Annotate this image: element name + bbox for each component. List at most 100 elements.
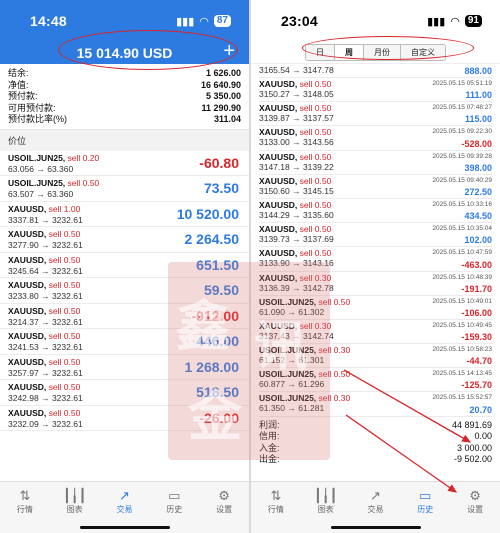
history-date: 2025.05.15 15:52:57: [432, 394, 492, 402]
history-prices: 3137.43 → 3142.74: [259, 330, 334, 341]
status-bar: 23:04 ▮▮▮ ◠ 91: [251, 0, 500, 42]
segment-month[interactable]: 月份: [364, 45, 401, 60]
segment-day[interactable]: 日: [306, 45, 335, 60]
history-row[interactable]: XAUUSD, sell 0.50 3150.60 → 3145.15 2025.0…: [259, 175, 492, 199]
history-prices: 3150.27 → 3148.05: [259, 89, 334, 99]
signal-icon: ▮▮▮: [427, 15, 446, 28]
position-profit: 651.50: [196, 256, 239, 273]
tab-quotes[interactable]: ⇅ 行情: [5, 488, 45, 533]
home-indicator: [79, 526, 170, 529]
position-row[interactable]: USOIL.JUN25, sell 0.50 63.507 → 63.360 73.…: [0, 176, 249, 202]
history-row[interactable]: XAUUSD, sell 0.50 3139.87 → 3137.57 2025.0…: [259, 102, 492, 127]
position-row[interactable]: XAUUSD, sell 0.50 3245.64 → 3232.61 651.50: [0, 253, 249, 278]
history-side: sell 0.50: [318, 369, 351, 380]
position-profit: 59.50: [203, 282, 239, 298]
chart-icon: ┃╽┃: [313, 488, 338, 503]
history-icon: ▭: [168, 488, 181, 503]
history-side: sell 0.50: [299, 103, 332, 114]
history-side: sell 0.50: [299, 224, 332, 235]
position-side: sell 0.50: [48, 254, 81, 265]
history-row[interactable]: XAUUSD, sell 0.30 3136.39 → 3142.78 2025.0…: [259, 272, 492, 296]
position-row[interactable]: XAUUSD, sell 1.00 3337.81 → 3232.61 10 520…: [0, 202, 249, 227]
position-symbol: XAUUSD,: [8, 229, 47, 239]
history-prices: 61.350 → 61.281: [259, 403, 325, 414]
plus-icon[interactable]: +: [223, 40, 235, 63]
history-side: sell 0.30: [318, 393, 351, 404]
position-row[interactable]: USOIL.JUN25, sell 0.20 63.056 → 63.360 -60…: [0, 151, 249, 176]
position-side: sell 0.50: [48, 407, 81, 418]
segment-custom[interactable]: 自定义: [401, 45, 445, 60]
position-row[interactable]: XAUUSD, sell 0.50 3214.37 → 3232.61 -912.0…: [0, 304, 249, 329]
position-profit: 2 264.50: [184, 231, 240, 247]
history-row[interactable]: USOIL.JUN25, sell 0.50 61.090 → 61.302 202…: [259, 296, 492, 320]
home-indicator: [330, 526, 421, 529]
summary-row: 信用: 0.00: [259, 431, 492, 442]
position-row[interactable]: XAUUSD, sell 0.50 3257.97 → 3232.61 1 268.…: [0, 355, 249, 380]
history-profit: -528.00: [461, 138, 492, 149]
position-row[interactable]: XAUUSD, sell 0.50 3233.80 → 3232.61 59.50: [0, 278, 249, 304]
signal-icon: ▮▮▮: [176, 15, 195, 28]
trade-icon: ↗: [370, 488, 381, 503]
position-profit: -26.00: [199, 409, 239, 426]
history-date: 2025.05.15 07:48:27: [432, 104, 492, 112]
history-side: sell 0.50: [318, 296, 351, 307]
stat-row: 预付款比率(%) 311.04: [8, 114, 241, 124]
history-summary: 利润: 44 891.69 信用: 0.00 入金: 3 000.00 出金: -9 5…: [251, 417, 500, 469]
position-symbol: XAUUSD,: [8, 356, 47, 367]
position-symbol: USOIL.JUN25,: [8, 152, 66, 163]
history-date: 2025.05.15 14:13:45: [432, 370, 492, 378]
history-symbol: XAUUSD,: [259, 103, 298, 114]
position-profit: -60.80: [199, 154, 239, 171]
position-row[interactable]: XAUUSD, sell 0.50 3277.90 → 3232.61 2 264.…: [0, 227, 249, 253]
history-prices: 3139.73 → 3137.69: [259, 234, 334, 245]
tab-quotes[interactable]: ⇅ 行情: [256, 488, 296, 533]
history-icon: ▭: [419, 488, 432, 503]
history-row[interactable]: XAUUSD, sell 0.50 3144.29 → 3135.60 2025.0…: [259, 199, 492, 224]
history-symbol: USOIL.JUN25,: [259, 345, 317, 356]
position-symbol: XAUUSD,: [8, 331, 47, 341]
history-row[interactable]: USOIL.JUN25, sell 0.30 61.152 → 61.301 202…: [259, 344, 492, 369]
history-row[interactable]: XAUUSD, sell 0.30 3137.43 → 3142.74 2025.0…: [259, 320, 492, 345]
period-selector: 日 周 月份 自定义: [251, 42, 500, 64]
settings-icon: ⚙: [469, 488, 481, 503]
position-profit: -912.00: [191, 307, 239, 324]
position-row[interactable]: XAUUSD, sell 0.50 3242.98 → 3232.61 518.50: [0, 380, 249, 406]
stat-row: 可用预付款: 11 290.90: [8, 102, 241, 113]
position-side: sell 0.50: [48, 229, 81, 239]
tab-settings[interactable]: ⚙ 设置: [204, 488, 244, 533]
history-side: sell 0.50: [299, 175, 332, 186]
battery-indicator: 87: [213, 15, 231, 27]
balance-header: 15 014.90 USD +: [0, 40, 249, 64]
history-row[interactable]: XAUUSD, sell 0.50 3147.18 → 3139.22 2025.0…: [259, 151, 492, 175]
history-symbol: USOIL.JUN25,: [259, 369, 317, 380]
history-side: sell 0.50: [299, 151, 332, 162]
history-row[interactable]: 3165.54 → 3147.78 888.00: [259, 64, 492, 78]
history-row[interactable]: XAUUSD, sell 0.50 3150.27 → 3148.05 2025.0…: [259, 78, 492, 103]
history-symbol: XAUUSD,: [259, 151, 298, 162]
history-profit: -125.70: [461, 380, 492, 391]
position-symbol: XAUUSD,: [8, 407, 47, 418]
history-row[interactable]: USOIL.JUN25, sell 0.50 60.877 → 61.296 202…: [259, 368, 492, 393]
history-row[interactable]: XAUUSD, sell 0.50 3133.00 → 3143.56 2025.0…: [259, 126, 492, 151]
tab-settings[interactable]: ⚙ 设置: [455, 488, 495, 533]
position-side: sell 0.50: [48, 331, 81, 341]
position-row[interactable]: XAUUSD, sell 0.50 3232.09 → 3232.61 -26.00: [0, 406, 249, 431]
history-row[interactable]: XAUUSD, sell 0.50 3133.90 → 3143.16 2025.0…: [259, 247, 492, 272]
position-profit: 446.00: [196, 333, 239, 349]
history-prices: 3133.90 → 3143.16: [259, 258, 334, 269]
history-prices: 3136.39 → 3142.78: [259, 282, 334, 293]
history-profit: -44.70: [466, 356, 492, 367]
history-side: sell 0.30: [299, 272, 332, 283]
history-date: 2025.05.15 09:39:28: [432, 152, 492, 160]
history-row[interactable]: XAUUSD, sell 0.50 3139.73 → 3137.69 2025.0…: [259, 223, 492, 248]
position-symbol: XAUUSD,: [8, 382, 47, 392]
position-side: sell 1.00: [48, 203, 81, 214]
wifi-icon: ◠: [450, 15, 460, 28]
position-symbol: XAUUSD,: [8, 254, 47, 265]
history-list: 3165.54 → 3147.78 888.00 XAUUSD, sell 0.50…: [251, 64, 500, 417]
history-row[interactable]: USOIL.JUN25, sell 0.30 61.350 → 61.281 202…: [259, 392, 492, 417]
stat-row: 净值: 16 640.90: [8, 79, 241, 90]
position-profit: 1 268.00: [184, 358, 240, 375]
segment-week[interactable]: 周: [335, 45, 364, 60]
position-row[interactable]: XAUUSD, sell 0.50 3241.53 → 3232.61 446.00: [0, 329, 249, 355]
